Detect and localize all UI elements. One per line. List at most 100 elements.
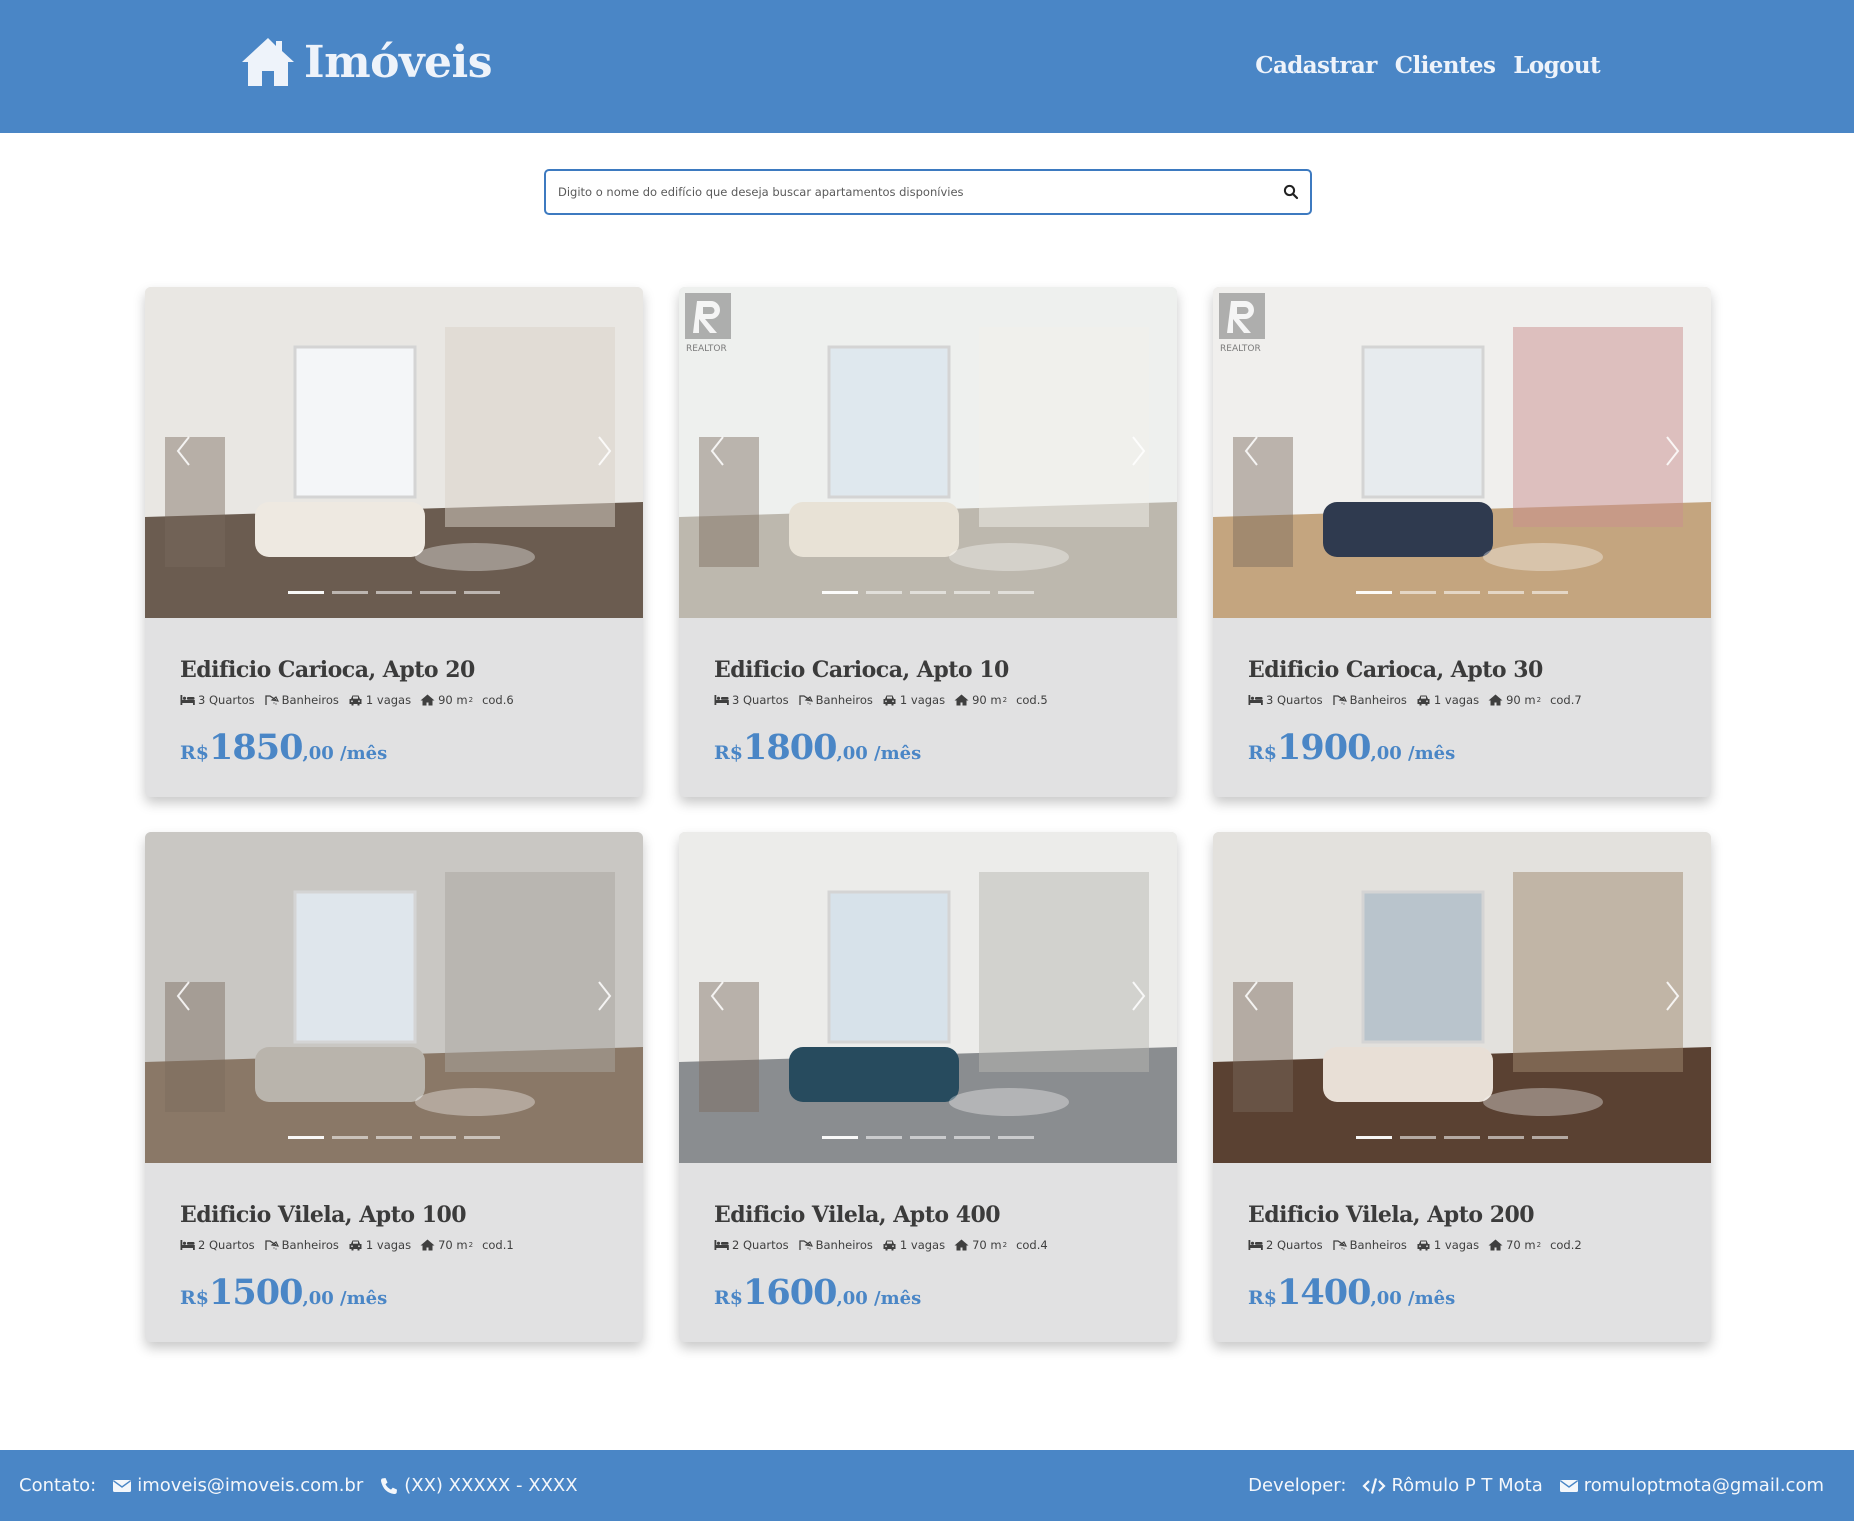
search-icon[interactable] [1282, 183, 1300, 201]
price-amount: 1900 [1277, 727, 1371, 768]
carousel-indicator[interactable] [866, 1136, 902, 1139]
feature-vagas-label: 1 vagas [365, 693, 412, 707]
carousel-indicator[interactable] [954, 1136, 990, 1139]
price-amount: 1400 [1277, 1272, 1371, 1313]
apartment-photo [1213, 832, 1711, 1163]
feature-area-unit-exponent: 2 [468, 1241, 474, 1249]
feature-area-unit-exponent: 2 [1536, 696, 1542, 704]
card-body: Edificio Vilela, Apto 100 2 Quartos Banh… [180, 1202, 620, 1313]
listing-card[interactable]: REALTOR Edificio Carioca, Apto 10 3 Quar… [679, 287, 1177, 797]
carousel-prev-icon[interactable] [1241, 433, 1263, 469]
carousel-indicator[interactable] [288, 591, 324, 594]
listing-title[interactable]: Edificio Vilela, Apto 100 [180, 1202, 620, 1228]
carousel-indicator[interactable] [1356, 591, 1392, 594]
listing-card[interactable]: REALTOR Edificio Carioca, Apto 30 3 Quar… [1213, 287, 1711, 797]
svg-text:REALTOR: REALTOR [686, 344, 727, 354]
carousel-prev-icon[interactable] [1241, 978, 1263, 1014]
carousel-indicator[interactable] [998, 591, 1034, 594]
car-icon [883, 695, 896, 706]
carousel-prev-icon[interactable] [173, 978, 195, 1014]
feature-banheiros-label: Banheiros [815, 1238, 873, 1252]
nav-clientes-link[interactable]: Clientes [1395, 52, 1496, 79]
carousel-prev-icon[interactable] [173, 433, 195, 469]
listing-features: 2 Quartos Banheiros 1 [180, 1238, 620, 1252]
feature-quartos-label: 3 Quartos [1266, 693, 1323, 707]
carousel-indicator[interactable] [464, 1136, 500, 1139]
shower-icon [264, 695, 279, 705]
carousel-next-icon[interactable] [1127, 433, 1149, 469]
apartment-photo [145, 287, 643, 618]
carousel-indicator[interactable] [1356, 1136, 1392, 1139]
listing-title[interactable]: Edificio Carioca, Apto 30 [1248, 657, 1688, 683]
carousel-next-icon[interactable] [1661, 978, 1683, 1014]
carousel-prev-icon[interactable] [707, 433, 729, 469]
carousel-indicator[interactable] [954, 591, 990, 594]
carousel-indicator[interactable] [1488, 1136, 1524, 1139]
carousel-indicator[interactable] [1444, 591, 1480, 594]
carousel-indicator[interactable] [866, 591, 902, 594]
carousel-indicator[interactable] [822, 1136, 858, 1139]
brand-logo[interactable]: Imóveis [240, 34, 493, 90]
feature-quartos-label: 3 Quartos [732, 693, 789, 707]
feature-quartos: 2 Quartos [1248, 1238, 1323, 1252]
listing-card[interactable]: Edificio Carioca, Apto 20 3 Quartos Banh… [145, 287, 643, 797]
carousel-indicators [1213, 1136, 1711, 1139]
feature-area: 90 m2 [1488, 693, 1541, 707]
carousel-next-icon[interactable] [1127, 978, 1149, 1014]
carousel-indicators [679, 1136, 1177, 1139]
price-suffix: ,00 /mês [302, 743, 388, 764]
carousel-indicator[interactable] [910, 1136, 946, 1139]
carousel-indicator[interactable] [332, 591, 368, 594]
price-amount: 1600 [743, 1272, 837, 1313]
feature-quartos-label: 3 Quartos [198, 693, 255, 707]
carousel-indicator[interactable] [288, 1136, 324, 1139]
carousel-indicator[interactable] [998, 1136, 1034, 1139]
carousel-indicator[interactable] [1400, 591, 1436, 594]
carousel-indicator[interactable] [464, 591, 500, 594]
card-body: Edificio Vilela, Apto 400 2 Quartos Banh… [714, 1202, 1154, 1313]
listing-price: R$1600,00 /mês [714, 1272, 1154, 1313]
listing-card[interactable]: Edificio Vilela, Apto 400 2 Quartos Banh… [679, 832, 1177, 1342]
carousel-indicator[interactable] [1532, 1136, 1568, 1139]
listing-title[interactable]: Edificio Carioca, Apto 20 [180, 657, 620, 683]
carousel-next-icon[interactable] [593, 978, 615, 1014]
carousel-next-icon[interactable] [1661, 433, 1683, 469]
nav-cadastrar-link[interactable]: Cadastrar [1255, 52, 1377, 79]
listing-card[interactable]: Edificio Vilela, Apto 100 2 Quartos Banh… [145, 832, 643, 1342]
carousel-indicator[interactable] [822, 591, 858, 594]
carousel-indicator[interactable] [1400, 1136, 1436, 1139]
carousel-indicator[interactable] [376, 1136, 412, 1139]
carousel-indicator[interactable] [1488, 591, 1524, 594]
footer-developer-email[interactable]: romuloptmota@gmail.com [1559, 1475, 1824, 1496]
carousel-indicator[interactable] [910, 591, 946, 594]
carousel-indicator[interactable] [1532, 591, 1568, 594]
listing-title[interactable]: Edificio Vilela, Apto 200 [1248, 1202, 1688, 1228]
feature-banheiros-label: Banheiros [281, 693, 339, 707]
carousel-next-icon[interactable] [593, 433, 615, 469]
footer-developer-name[interactable]: Rômulo P T Mota [1362, 1475, 1543, 1496]
realtor-watermark: REALTOR [685, 293, 731, 354]
nav-logout-link[interactable]: Logout [1513, 52, 1600, 79]
feature-banheiros: Banheiros [264, 693, 339, 707]
carousel-indicator[interactable] [332, 1136, 368, 1139]
listing-card[interactable]: Edificio Vilela, Apto 200 2 Quartos Banh… [1213, 832, 1711, 1342]
shower-icon [264, 1240, 279, 1250]
listing-title[interactable]: Edificio Carioca, Apto 10 [714, 657, 1154, 683]
feature-banheiros-label: Banheiros [281, 1238, 339, 1252]
footer-email[interactable]: imoveis@imoveis.com.br [112, 1475, 363, 1496]
carousel-indicator[interactable] [420, 591, 456, 594]
feature-area: 90 m2 [420, 693, 473, 707]
photo-carousel [1213, 832, 1711, 1163]
footer-phone[interactable]: (XX) XXXXX - XXXX [379, 1475, 578, 1496]
carousel-indicator[interactable] [376, 591, 412, 594]
carousel-indicator[interactable] [1444, 1136, 1480, 1139]
carousel-indicator[interactable] [420, 1136, 456, 1139]
listing-title[interactable]: Edificio Vilela, Apto 400 [714, 1202, 1154, 1228]
carousel-indicators [1213, 591, 1711, 594]
apartment-photo [679, 832, 1177, 1163]
carousel-prev-icon[interactable] [707, 978, 729, 1014]
card-body: Edificio Carioca, Apto 30 3 Quartos Banh… [1248, 657, 1688, 768]
home-icon [420, 694, 435, 706]
search-input[interactable] [558, 171, 1258, 213]
price-suffix: ,00 /mês [1370, 1288, 1456, 1309]
